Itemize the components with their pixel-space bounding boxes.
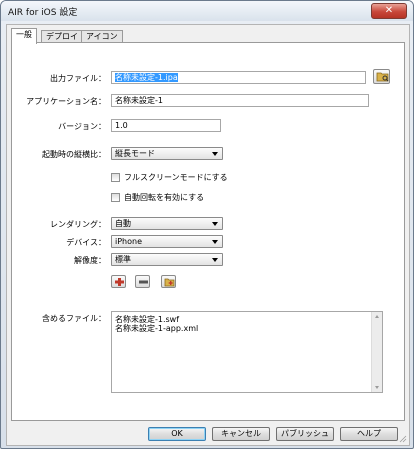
dialog-body: 一般 デプロイ アイコン 出力ファイル： 名称未設定-1.ipa アプリケーショ… bbox=[6, 24, 410, 446]
window-title: AIR for iOS 設定 bbox=[8, 8, 78, 18]
rendering-select[interactable]: 自動 bbox=[111, 217, 223, 230]
general-panel: 出力ファイル： 名称未設定-1.ipa アプリケーション名： 名称未設定-1 バ… bbox=[11, 42, 405, 421]
auto-orient-label: 自動回転を有効にする bbox=[124, 193, 205, 202]
app-name-input[interactable]: 名称未設定-1 bbox=[111, 94, 369, 107]
version-label: バージョン： bbox=[58, 122, 106, 131]
output-file-input[interactable]: 名称未設定-1.ipa bbox=[111, 71, 366, 84]
aspect-ratio-label: 起動時の縦横比： bbox=[42, 150, 106, 159]
resolution-value: 標準 bbox=[115, 255, 131, 264]
plus-icon bbox=[115, 278, 124, 286]
publish-button[interactable]: パブリッシュ bbox=[276, 427, 334, 441]
included-files-label: 含めるファイル： bbox=[42, 314, 106, 323]
aspect-ratio-select[interactable]: 縦長モード bbox=[111, 147, 223, 160]
fullscreen-label: フルスクリーンモードにする bbox=[124, 173, 228, 182]
included-files-list[interactable]: 名称未設定-1.swf 名称未設定-1-app.xml bbox=[111, 311, 383, 393]
list-item[interactable]: 名称未設定-1.swf bbox=[115, 315, 179, 324]
remove-file-button[interactable] bbox=[135, 275, 150, 288]
resolution-select[interactable]: 標準 bbox=[111, 253, 223, 266]
tab-general[interactable]: 一般 bbox=[11, 28, 37, 44]
version-input[interactable]: 1.0 bbox=[111, 119, 221, 132]
output-file-value: 名称未設定-1.ipa bbox=[115, 73, 178, 82]
folder-icon bbox=[376, 72, 389, 82]
close-icon: ✕ bbox=[384, 5, 394, 16]
settings-dialog: AIR for iOS 設定 ✕ 一般 デプロイ アイコン 出力ファイル： 名称… bbox=[0, 0, 414, 449]
add-file-button[interactable] bbox=[111, 275, 126, 288]
list-item[interactable]: 名称未設定-1-app.xml bbox=[115, 324, 198, 333]
device-select[interactable]: iPhone bbox=[111, 235, 223, 248]
device-label: デバイス： bbox=[66, 238, 106, 247]
minus-icon bbox=[139, 280, 148, 284]
aspect-ratio-value: 縦長モード bbox=[115, 149, 155, 158]
close-button[interactable]: ✕ bbox=[371, 3, 407, 19]
title-bar: AIR for iOS 設定 ✕ bbox=[1, 1, 413, 21]
device-value: iPhone bbox=[115, 237, 143, 246]
help-button[interactable]: ヘルプ bbox=[340, 427, 398, 441]
add-folder-button[interactable] bbox=[161, 275, 176, 288]
cancel-button[interactable]: キャンセル bbox=[212, 427, 270, 441]
resize-grip-icon[interactable] bbox=[399, 435, 407, 443]
chevron-down-icon bbox=[212, 240, 218, 244]
checkbox-box bbox=[111, 173, 120, 182]
chevron-down-icon bbox=[212, 222, 218, 226]
resolution-label: 解像度： bbox=[74, 256, 106, 265]
rendering-label: レンダリング： bbox=[50, 220, 106, 229]
rendering-value: 自動 bbox=[115, 219, 131, 228]
scroll-up-icon bbox=[375, 315, 379, 318]
checkbox-box bbox=[111, 193, 120, 202]
chevron-down-icon bbox=[212, 258, 218, 262]
app-name-label: アプリケーション名： bbox=[26, 97, 106, 106]
browse-button[interactable] bbox=[373, 69, 390, 84]
scroll-down-icon bbox=[375, 386, 379, 389]
output-file-label: 出力ファイル： bbox=[50, 74, 106, 83]
list-scrollbar[interactable] bbox=[371, 312, 382, 392]
folder-add-icon bbox=[164, 278, 175, 287]
chevron-down-icon bbox=[212, 152, 218, 156]
ok-button[interactable]: OK bbox=[148, 427, 206, 441]
